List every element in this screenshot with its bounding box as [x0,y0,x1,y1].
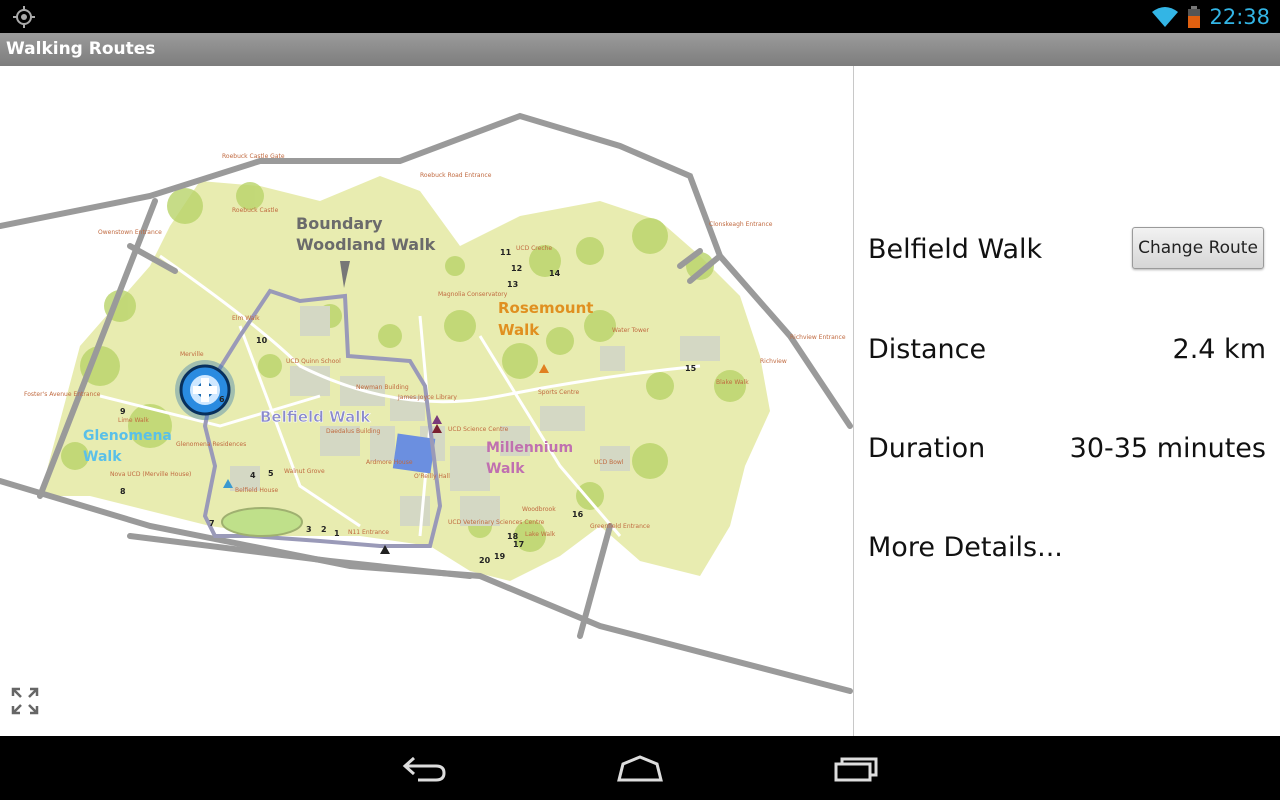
place-blake-walk: Blake Walk [716,379,749,386]
recent-apps-button[interactable] [827,748,887,788]
place-vet: UCD Veterinary Sciences Centre [448,519,545,526]
stop-14: 14 [549,269,561,278]
place-water-tower: Water Tower [612,327,650,334]
label-glenomena-walk: Glenomena [83,428,172,444]
label-glenomena-walk-2: Walk [83,449,122,465]
action-bar: Walking Routes [0,33,1280,66]
change-route-button[interactable]: Change Route [1132,227,1264,269]
place-roebuck-road: Roebuck Road Entrance [420,172,492,179]
home-button[interactable] [610,748,670,788]
place-elm-walk: Elm Walk [232,315,260,322]
label-belfield-walk: Belfield Walk [260,408,371,426]
place-oreilly: O'Reilly Hall [414,473,450,480]
place-richview-pl: Richview [760,358,787,365]
place-quinn: UCD Quinn School [286,358,341,365]
back-icon [402,756,446,782]
stop-11: 11 [500,248,512,257]
place-n11: N11 Entrance [348,529,389,536]
place-magnolia: Magnolia Conservatory [438,291,508,298]
label-woodland-walk: Woodland Walk [296,235,436,254]
status-bar: 22:38 [0,0,1280,33]
place-greenfield: Greenfield Entrance [590,523,650,530]
label-rosemount-walk: Rosemount [498,299,593,317]
stop-20: 20 [479,556,491,565]
stop-18: 18 [507,532,519,541]
route-details: Belfield Walk Change Route Distance 2.4 … [854,66,1280,736]
place-sports-centre: Sports Centre [538,389,580,396]
lake [392,433,436,474]
place-roebuck-castle-gate: Roebuck Castle Gate [222,153,285,160]
stop-8: 8 [120,487,126,496]
place-merville: Merville [180,351,204,358]
place-library: James Joyce Library [397,394,457,401]
distance-label: Distance [868,334,987,365]
place-newman: Newman Building [356,384,409,391]
campus-map[interactable]: Boundary Woodland Walk Rosemount Walk Be… [0,66,853,736]
place-clonskeagh: Clonskeagh Entrance [709,221,773,228]
place-lake-walk: Lake Walk [525,531,556,538]
recent-apps-icon [834,757,878,782]
place-owenstown: Owenstown Entrance [98,229,162,236]
place-science-centre: UCD Science Centre [448,426,509,433]
place-woodbrook: Woodbrook [522,506,556,513]
stop-3: 3 [306,525,312,534]
stop-4: 4 [250,471,256,480]
place-glenomena-res: Glenomena Residences [176,441,246,448]
battery-icon [1188,6,1201,28]
app-title: Walking Routes [6,39,156,59]
label-millennium-walk: Millennium [486,440,573,456]
location-marker[interactable] [175,360,235,420]
wifi-icon [1152,7,1179,27]
stop-10: 10 [256,336,268,345]
place-ardmore: Ardmore House [366,459,413,466]
stop-16: 16 [572,510,584,519]
place-fosters: Foster's Avenue Entrance [24,391,101,398]
stop-12: 12 [511,264,522,273]
place-richview: Richview Entrance [790,334,846,341]
location-crosshair-icon [13,6,35,28]
stop-2: 2 [321,525,327,534]
stop-15: 15 [685,364,697,373]
place-daedalus: Daedalus Building [326,428,381,435]
distance-row: Distance 2.4 km [868,334,1266,365]
stop-13: 13 [507,280,518,289]
expand-icon[interactable] [10,686,40,716]
label-rosemount-walk-2: Walk [498,321,540,339]
map-image[interactable]: Boundary Woodland Walk Rosemount Walk Be… [0,66,853,736]
stop-17: 17 [513,540,524,549]
duration-label: Duration [868,433,986,464]
label-boundary-walk: Boundary [296,214,383,233]
place-nova: Nova UCD (Merville House) [110,471,191,478]
stop-5: 5 [268,469,274,478]
stop-6: 6 [219,395,225,404]
stop-7: 7 [209,519,215,528]
place-lime-walk: Lime Walk [118,417,149,424]
running-track [221,507,303,537]
place-walnut-grove: Walnut Grove [284,468,325,475]
more-details-link[interactable]: More Details... [868,532,1063,563]
more-details-row[interactable]: More Details... [868,532,1266,563]
distance-value: 2.4 km [1172,334,1266,365]
route-name: Belfield Walk [868,234,1043,265]
stop-9: 9 [120,407,126,416]
duration-value: 30-35 minutes [1069,433,1266,464]
place-roebuck-castle: Roebuck Castle [232,207,279,214]
label-millennium-walk-2: Walk [486,461,525,477]
navigation-bar [0,736,1280,800]
home-icon [617,755,663,782]
stop-1: 1 [334,529,340,538]
status-time: 22:38 [1209,5,1270,29]
place-creche: UCD Creche [516,245,552,252]
stop-19: 19 [494,552,506,561]
place-belfield-house: Belfield House [235,487,278,494]
back-button[interactable] [394,748,454,788]
duration-row: Duration 30-35 minutes [868,433,1266,464]
place-ucd-bowl: UCD Bowl [594,459,624,466]
